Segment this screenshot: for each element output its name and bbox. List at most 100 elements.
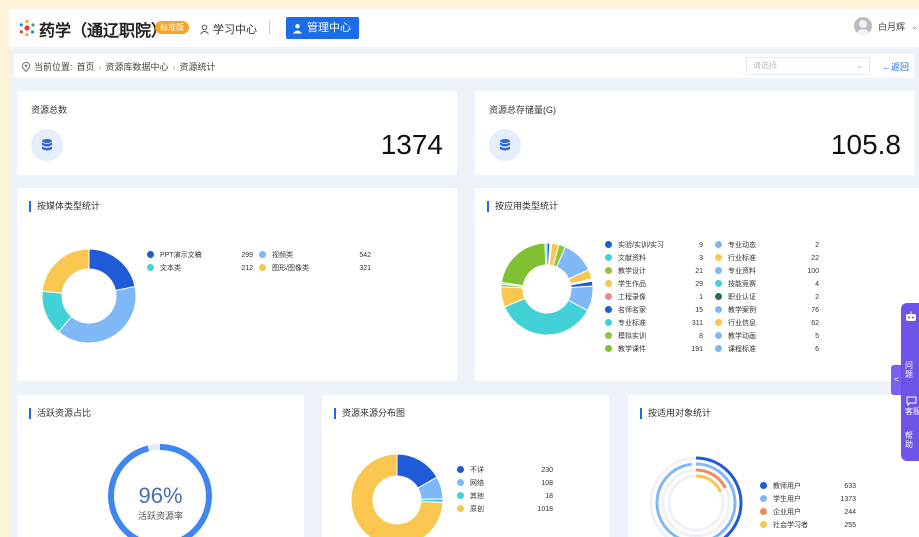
legend-label: 技能竞赛 [728,281,756,288]
legend-item: 社会学习者 255 [760,520,860,531]
learning-icon [200,24,209,34]
legend-label: PPT演示文稿 [160,252,202,259]
legend-label: 教学动画 [728,333,756,340]
legend-value: 15 [695,307,703,314]
legend-value: 5 [815,333,819,340]
legend-dot [715,254,722,261]
breadcrumb-prefix: 当前位置: [34,62,73,72]
float-panel-service[interactable]: 客服 [905,407,919,416]
filter-select[interactable]: 请选择 ⌄ [746,57,870,75]
legend-item: 教师用户 633 [760,481,860,492]
legend-value: 255 [844,522,856,529]
audience-legend: 教师用户 633 学生用户 1373 企业用户 244 社会学习者 255 [760,481,860,533]
legend-item: 网络 108 [457,478,557,489]
legend-item: 学生用户 1373 [760,494,860,505]
legend-item: 文本类 212 [147,263,259,274]
legend-dot [760,495,767,502]
source-distribution-card: 资源来源分布图 不详 230 网络 108 其他 18 原创 1018 [322,395,609,537]
legend-label: 行业标准 [728,255,756,262]
user-menu[interactable]: 白月辉 ⌄ [854,17,918,35]
legend-label: 网络 [470,480,484,487]
total-resources-card: 资源总数 1374 [17,91,457,175]
legend-dot [457,505,464,512]
legend-item: 行业标准 22 [715,253,823,264]
legend-dot [715,280,722,287]
legend-value: 230 [541,467,553,474]
legend-dot [715,306,722,313]
float-panel-help[interactable]: 帮助中心 [905,431,919,449]
legend-dot [715,241,722,248]
legend-dot [259,264,266,271]
nav-learning-center[interactable]: 学习中心 [199,21,257,37]
application-type-title: 按应用类型统计 [487,201,558,212]
total-storage-value: 105.8 [830,129,901,160]
legend-value: 311 [691,320,703,327]
legend-dot [715,345,722,352]
legend-item: 专业资料 100 [715,266,823,277]
float-panel-feedback[interactable]: 问题反馈 [905,361,919,379]
donut-slice[interactable] [88,248,136,292]
donut-slice[interactable] [503,297,589,336]
audience-radial-chart [649,456,743,537]
app-root: 药学（通辽职院） 标准版 学习中心 管理中心 白月辉 ⌄ 当前位置: 首页 › … [9,9,919,537]
legend-item: 其他 18 [457,491,557,502]
top-header: 药学（通辽职院） 标准版 学习中心 管理中心 白月辉 ⌄ [9,9,919,47]
robot-icon [906,311,916,321]
version-badge: 标准版 [155,21,189,34]
legend-value: 8 [699,333,703,340]
legend-value: 1 [699,294,703,301]
legend-label: 模拟实训 [618,333,646,340]
legend-dot [605,345,612,352]
media-type-title: 按媒体类型统计 [29,201,100,212]
legend-dot [760,521,767,528]
legend-value: 542 [359,252,371,259]
breadcrumb-separator: › [172,61,176,72]
legend-value: 299 [241,252,253,259]
legend-dot [147,264,154,271]
legend-label: 文本类 [160,265,181,272]
legend-value: 4 [815,281,819,288]
legend-label: 教学课件 [618,346,646,353]
legend-dot [715,332,722,339]
legend-dot [760,482,767,489]
media-type-legend: PPT演示文稿 299 视频类 542 文本类 212 图形/图像类 321 [147,250,377,280]
legend-item: 实验/实训/实习 9 [605,240,713,251]
legend-dot [715,267,722,274]
donut-slice[interactable] [41,248,90,294]
legend-value: 22 [811,255,819,262]
legend-dot [605,241,612,248]
legend-label: 图形/图像类 [272,265,309,272]
logo-icon [19,19,35,37]
legend-label: 行业信息 [728,320,756,327]
active-resources-card: 活跃资源占比 96% 活跃资源率 [17,395,304,537]
active-resources-title: 活跃资源占比 [29,408,91,419]
nav-management-center[interactable]: 管理中心 [286,17,359,39]
media-type-donut-chart [41,248,137,344]
legend-label: 实验/实训/实习 [618,242,664,249]
audience-card: 按适用对象统计 教师用户 633 学生用户 1373 企业用户 244 社会学习者 25… [628,395,919,537]
legend-item: 视频类 542 [259,250,377,261]
breadcrumb-data-center[interactable]: 资源库数据中心 [106,60,169,73]
active-rate-percent: 96% [138,483,183,508]
legend-label: 专业动态 [728,242,756,249]
legend-item: 教学设计 21 [605,266,713,277]
back-link[interactable]: ←返回 [882,60,909,73]
legend-item: 不详 230 [457,465,557,476]
breadcrumb-home[interactable]: 首页 [77,60,95,73]
legend-item: 学生作品 29 [605,279,713,290]
legend-item: 模拟实训 8 [605,331,713,342]
legend-item: 原创 1018 [457,504,557,515]
nav-divider [269,21,270,34]
legend-label: 社会学习者 [773,522,808,529]
legend-label: 文献资料 [618,255,646,262]
legend-label: 职业认证 [728,294,756,301]
donut-slice[interactable] [500,242,547,287]
legend-label: 不详 [470,467,484,474]
legend-item: 专业标准 311 [605,318,713,329]
legend-dot [147,251,154,258]
legend-item: PPT演示文稿 299 [147,250,259,261]
legend-item: 名师名家 15 [605,305,713,316]
application-type-card: 按应用类型统计 实验/实训/实习 9 专业动态 2 文献资料 3 行业标准 22 教学设计 21 专… [475,188,919,381]
legend-value: 9 [699,242,703,249]
legend-label: 其他 [470,493,484,500]
